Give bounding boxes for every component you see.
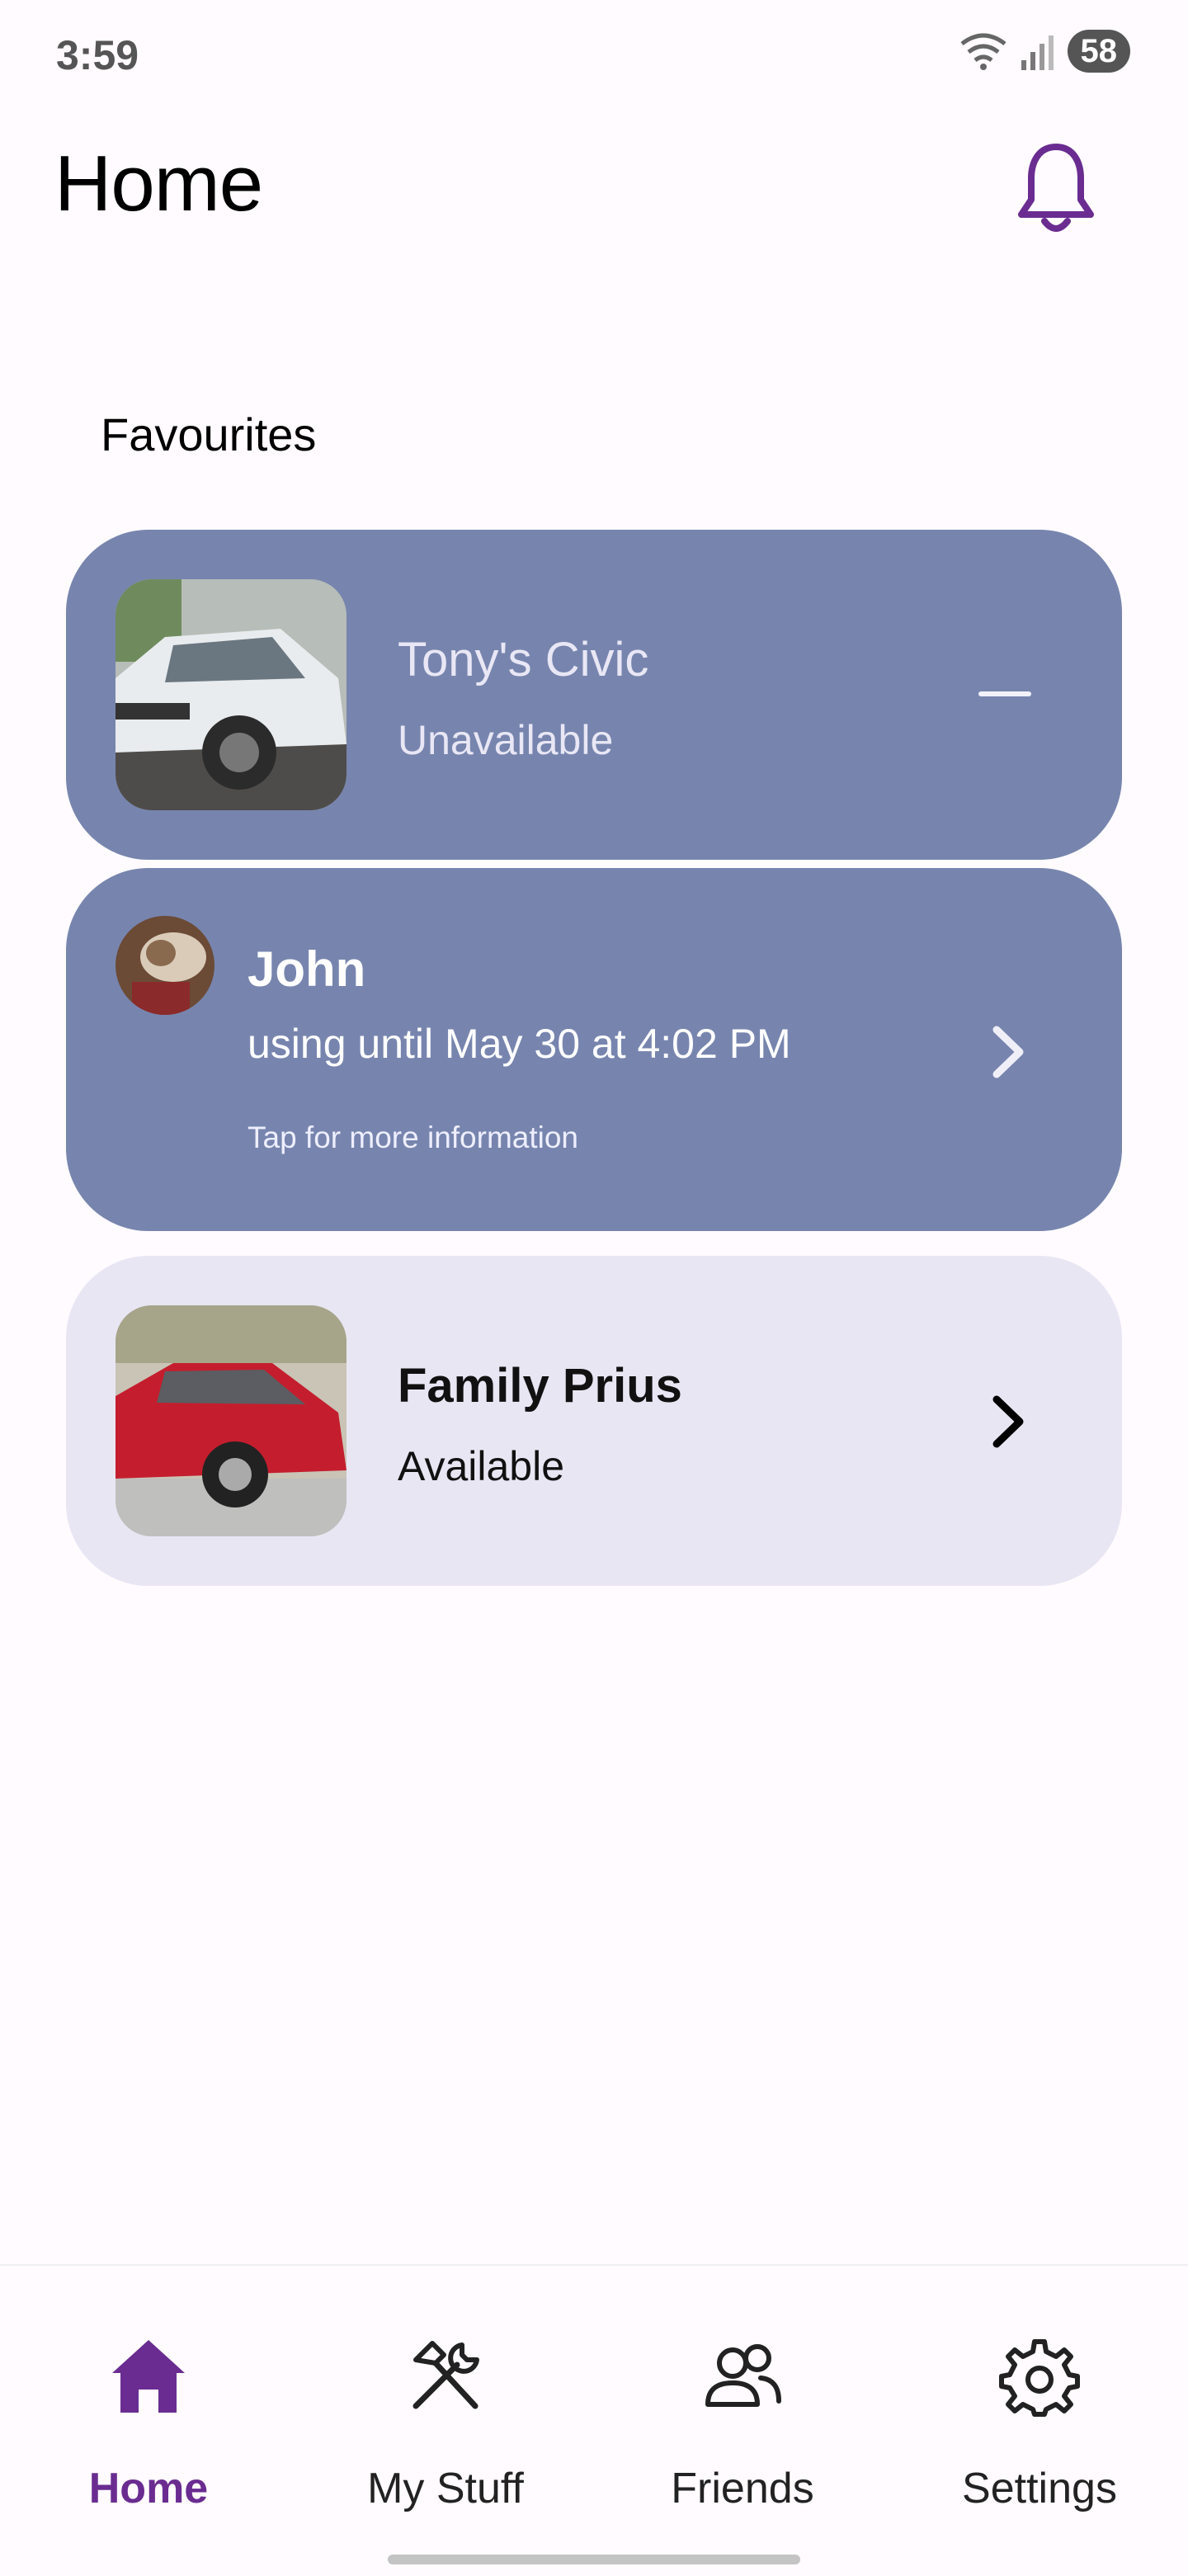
nav-settings[interactable]: Settings bbox=[891, 2266, 1188, 2513]
wifi-icon bbox=[959, 33, 1006, 70]
nav-label: Home bbox=[88, 2465, 209, 2512]
status-icons: 58 bbox=[959, 30, 1130, 73]
favourites-heading: Favourites bbox=[101, 408, 317, 460]
usage-card-john[interactable]: John using until May 30 at 4:02 PM Tap f… bbox=[66, 868, 1122, 1231]
nav-label: Settings bbox=[962, 2465, 1117, 2512]
tools-icon bbox=[412, 2341, 479, 2409]
card-title: Tony's Civic bbox=[398, 633, 649, 686]
home-icon bbox=[112, 2340, 185, 2413]
signal-icon bbox=[1021, 35, 1054, 70]
chevron-right-icon bbox=[992, 1395, 1024, 1448]
battery-badge: 58 bbox=[1067, 30, 1130, 73]
nav-friends[interactable]: Friends bbox=[594, 2266, 891, 2513]
nav-label: My Stuff bbox=[367, 2465, 524, 2512]
gesture-handle[interactable] bbox=[388, 2555, 800, 2564]
card-status: Unavailable bbox=[398, 717, 614, 763]
gear-icon bbox=[999, 2339, 1080, 2417]
more-info-hint: Tap for more information bbox=[248, 1121, 579, 1154]
avatar bbox=[116, 916, 214, 1015]
nav-label: Friends bbox=[671, 2465, 814, 2512]
friends-icon bbox=[705, 2344, 781, 2407]
card-status: Available bbox=[398, 1443, 565, 1489]
minus-icon[interactable] bbox=[978, 691, 1031, 696]
notification-bell-icon[interactable] bbox=[1013, 139, 1099, 238]
nav-my-stuff[interactable]: My Stuff bbox=[297, 2266, 594, 2513]
car-thumbnail bbox=[116, 1305, 346, 1536]
nav-home[interactable]: Home bbox=[0, 2266, 297, 2513]
favourite-card-tonys-civic[interactable]: Tony's Civic Unavailable bbox=[66, 530, 1122, 860]
car-thumbnail bbox=[116, 579, 346, 810]
card-title: Family Prius bbox=[398, 1359, 682, 1413]
favourite-card-family-prius[interactable]: Family Prius Available bbox=[66, 1256, 1122, 1586]
status-time: 3:59 bbox=[56, 32, 139, 78]
chevron-right-icon bbox=[992, 1026, 1024, 1078]
user-name: John bbox=[248, 941, 366, 997]
usage-status: using until May 30 at 4:02 PM bbox=[248, 1021, 791, 1067]
bottom-navigation: Home My Stuff Friends Settings bbox=[0, 2264, 1188, 2576]
page-title: Home bbox=[54, 139, 263, 228]
